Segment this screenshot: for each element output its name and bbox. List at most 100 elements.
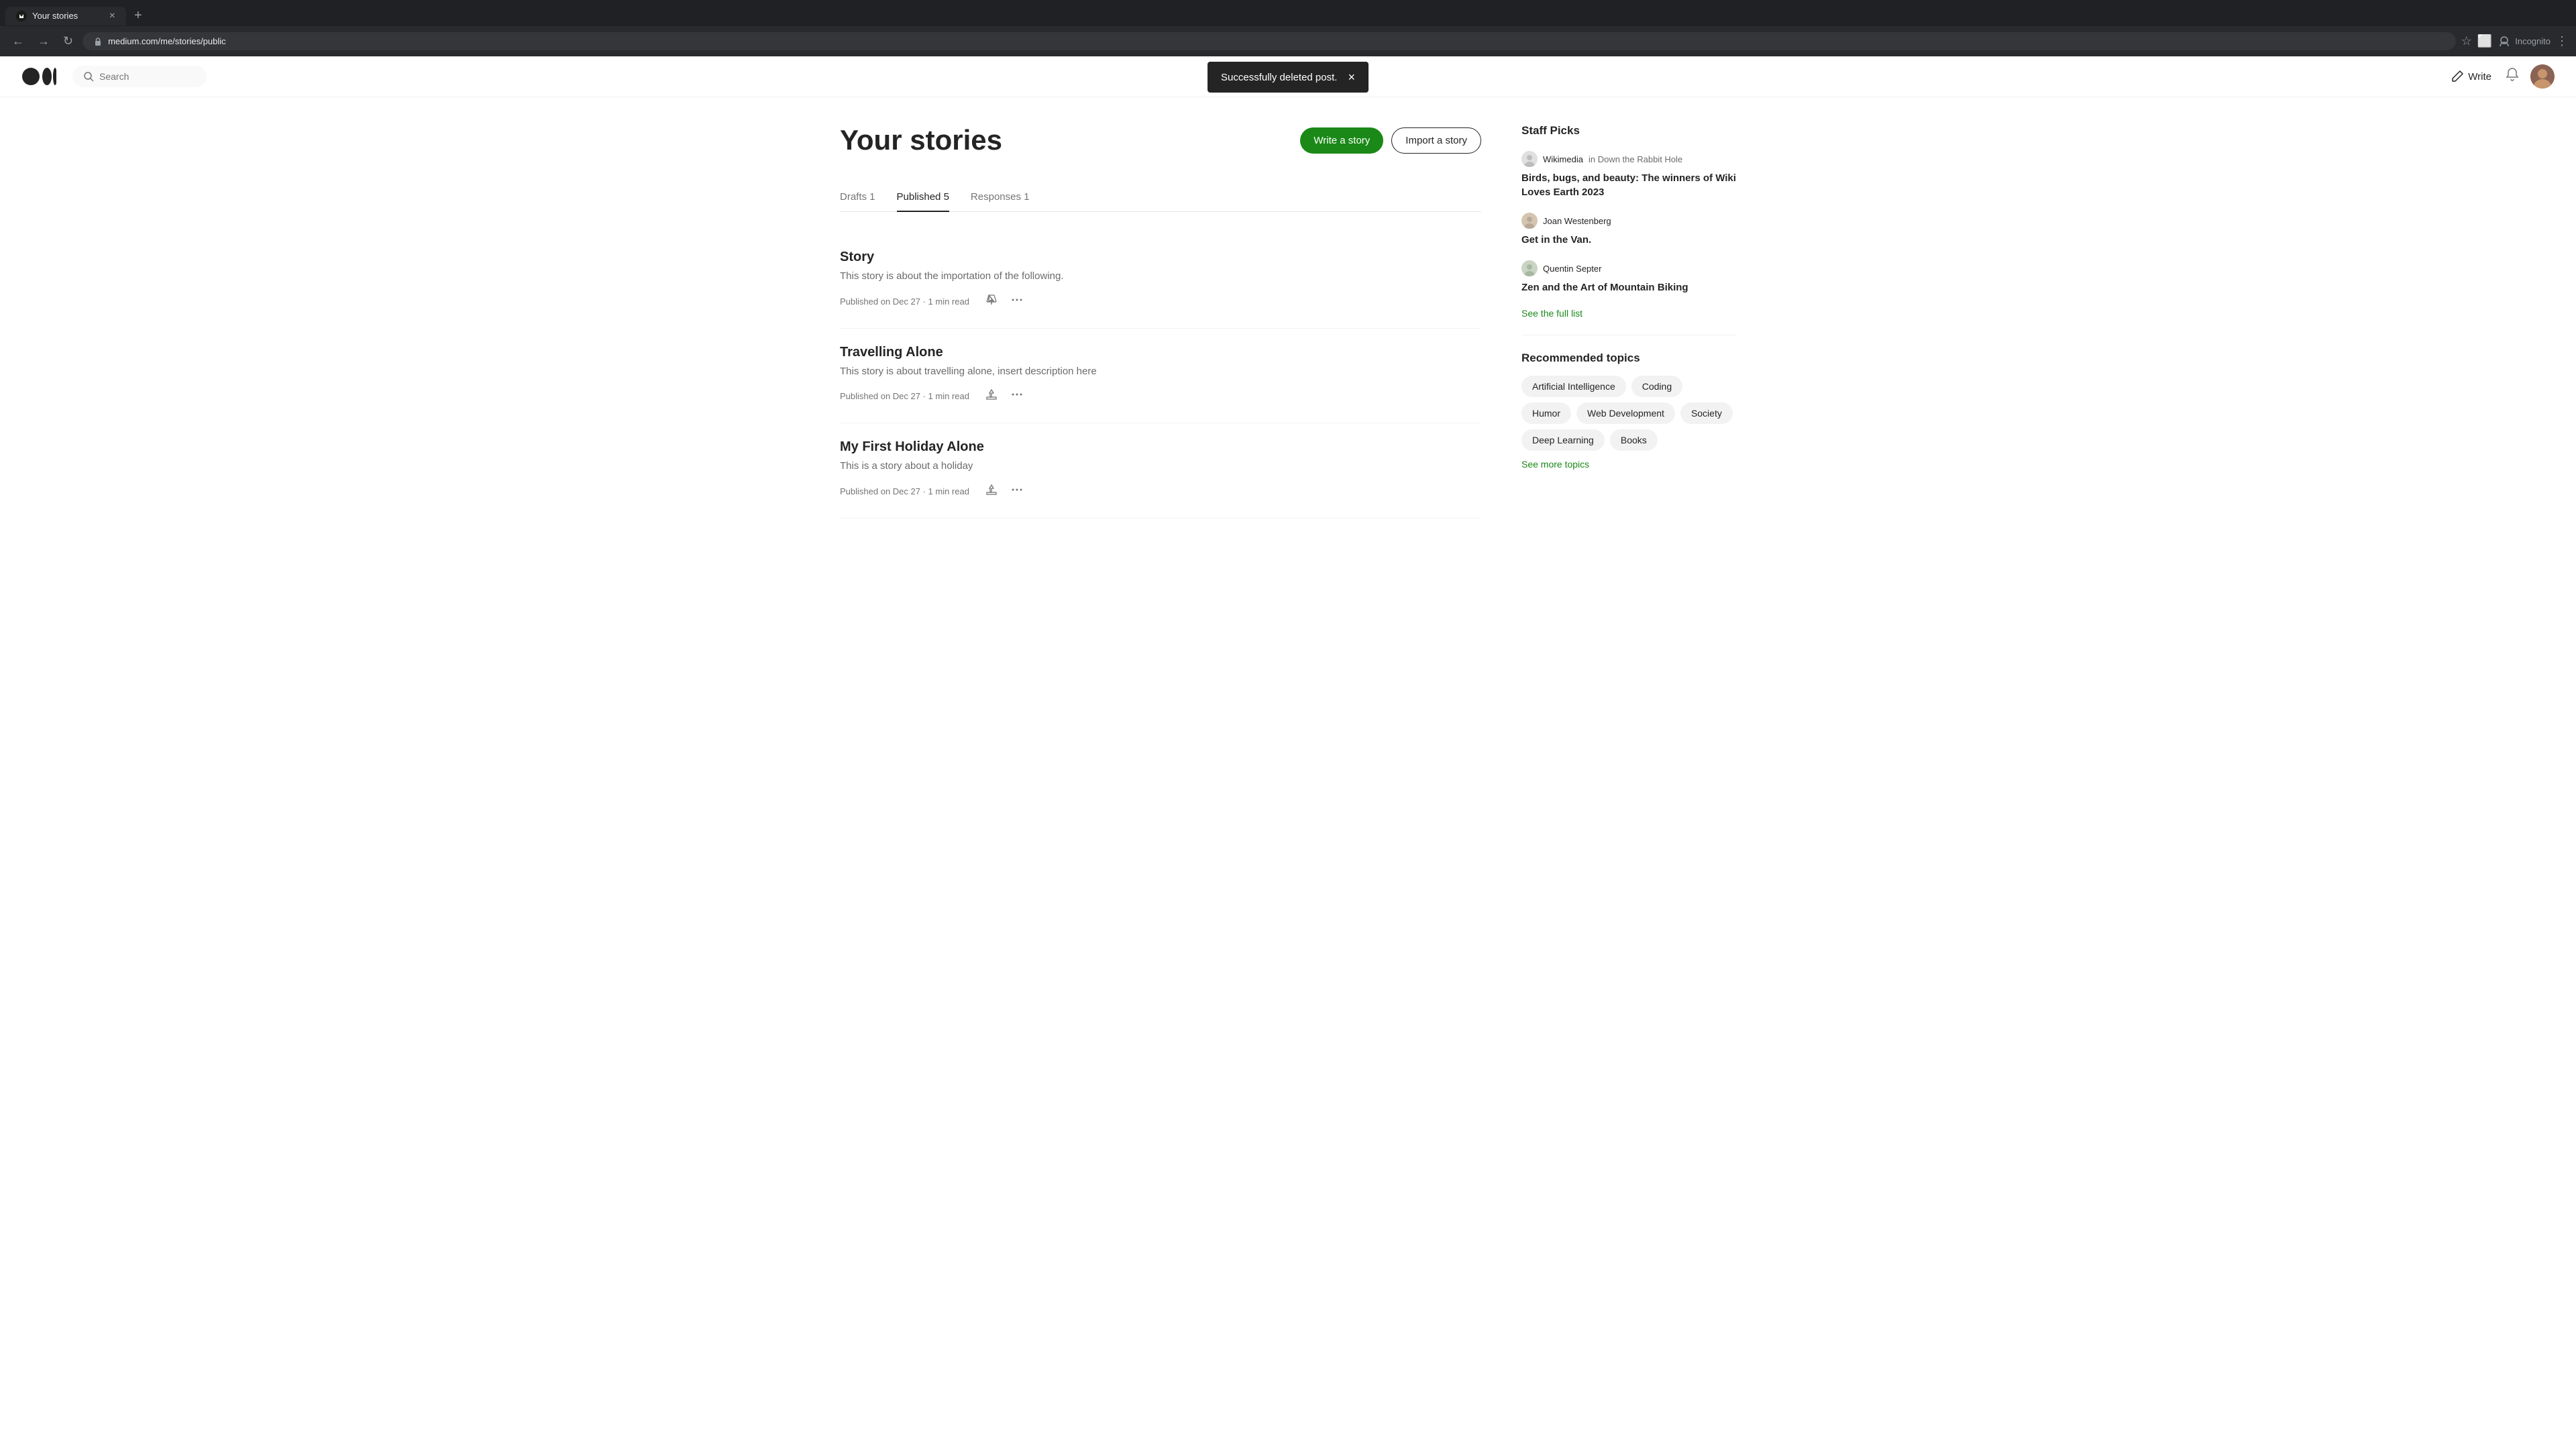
story-share-button[interactable] bbox=[983, 481, 1000, 502]
stories-list: Story This story is about the importatio… bbox=[840, 233, 1481, 519]
lock-icon bbox=[93, 37, 103, 46]
write-button[interactable]: Write bbox=[2451, 70, 2491, 83]
pick-author-name[interactable]: Joan Westenberg bbox=[1543, 216, 1611, 226]
search-icon bbox=[83, 71, 94, 82]
story-item: My First Holiday Alone This is a story a… bbox=[840, 423, 1481, 519]
pick-avatar bbox=[1521, 213, 1538, 229]
story-tabs: Drafts 1 Published 5 Responses 1 bbox=[840, 183, 1481, 212]
write-label: Write bbox=[2468, 71, 2491, 83]
medium-logo-svg bbox=[21, 67, 56, 86]
pick-publication: in Down the Rabbit Hole bbox=[1589, 154, 1682, 164]
search-bar[interactable]: Search bbox=[72, 66, 207, 87]
tab-published[interactable]: Published 5 bbox=[897, 183, 949, 212]
pick-author-name[interactable]: Quentin Septer bbox=[1543, 264, 1601, 274]
tab-bar: Your stories × + bbox=[0, 0, 2576, 26]
incognito-label: Incognito bbox=[2515, 36, 2551, 46]
extensions-icon[interactable]: ⬜ bbox=[2477, 34, 2492, 48]
header-actions: Write a story Import a story bbox=[1300, 127, 1481, 154]
story-more-button[interactable] bbox=[1008, 481, 1026, 502]
forward-button[interactable]: → bbox=[34, 32, 54, 51]
notification-message: Successfully deleted post. bbox=[1221, 72, 1337, 83]
recommended-topics-title: Recommended topics bbox=[1521, 352, 1736, 365]
pick-author: Wikimedia in Down the Rabbit Hole bbox=[1521, 151, 1736, 167]
staff-pick-item: Joan Westenberg Get in the Van. bbox=[1521, 213, 1736, 247]
pick-author: Joan Westenberg bbox=[1521, 213, 1736, 229]
staff-pick-item: Wikimedia in Down the Rabbit Hole Birds,… bbox=[1521, 151, 1736, 199]
browser-tab-active[interactable]: Your stories × bbox=[5, 7, 126, 25]
story-meta: Published on Dec 27 · 1 min read bbox=[840, 481, 1481, 502]
notification-bell-icon[interactable] bbox=[2505, 67, 2520, 86]
incognito-icon bbox=[2498, 35, 2511, 48]
tab-drafts[interactable]: Drafts 1 bbox=[840, 183, 875, 212]
share-icon bbox=[985, 294, 998, 306]
pick-title[interactable]: Zen and the Art of Mountain Biking bbox=[1521, 280, 1736, 294]
story-share-button[interactable] bbox=[983, 386, 1000, 407]
story-item: Story This story is about the importatio… bbox=[840, 233, 1481, 329]
medium-logo[interactable] bbox=[21, 67, 56, 86]
story-publish-info: Published on Dec 27 · 1 min read bbox=[840, 297, 969, 307]
topic-tag[interactable]: Books bbox=[1610, 429, 1658, 451]
share-icon bbox=[985, 484, 998, 496]
pick-author-name[interactable]: Wikimedia bbox=[1543, 154, 1583, 164]
write-icon bbox=[2451, 70, 2464, 83]
pick-title[interactable]: Birds, bugs, and beauty: The winners of … bbox=[1521, 171, 1736, 199]
story-publish-info: Published on Dec 27 · 1 min read bbox=[840, 391, 969, 401]
sidebar: Staff Picks Wikimedia in Down the Rabbit… bbox=[1521, 124, 1736, 519]
search-placeholder: Search bbox=[99, 71, 129, 82]
back-button[interactable]: ← bbox=[8, 32, 28, 51]
more-options-icon bbox=[1011, 484, 1023, 496]
staff-pick-item: Quentin Septer Zen and the Art of Mounta… bbox=[1521, 260, 1736, 294]
browser-menu-icon[interactable]: ⋮ bbox=[2556, 34, 2568, 48]
avatar-image bbox=[2530, 64, 2555, 89]
tab-title: Your stories bbox=[32, 11, 78, 21]
tab-close-button[interactable]: × bbox=[109, 11, 115, 21]
story-description: This story is about travelling alone, in… bbox=[840, 364, 1481, 380]
address-bar[interactable]: medium.com/me/stories/public bbox=[83, 32, 2456, 50]
new-tab-button[interactable]: + bbox=[129, 5, 148, 26]
story-share-button[interactable] bbox=[983, 291, 1000, 312]
topic-tag[interactable]: Coding bbox=[1631, 376, 1682, 397]
story-publish-info: Published on Dec 27 · 1 min read bbox=[840, 486, 969, 496]
banner-close-button[interactable]: × bbox=[1348, 71, 1355, 83]
topic-tag[interactable]: Web Development bbox=[1576, 402, 1675, 424]
story-title[interactable]: My First Holiday Alone bbox=[840, 439, 1481, 455]
write-story-button[interactable]: Write a story bbox=[1300, 127, 1383, 154]
story-meta: Published on Dec 27 · 1 min read bbox=[840, 291, 1481, 312]
tab-responses[interactable]: Responses 1 bbox=[971, 183, 1030, 212]
pick-author: Quentin Septer bbox=[1521, 260, 1736, 276]
topic-tag[interactable]: Deep Learning bbox=[1521, 429, 1605, 451]
topics-grid: Artificial Intelligence Coding Humor Web… bbox=[1521, 376, 1736, 451]
pick-avatar bbox=[1521, 260, 1538, 276]
story-meta: Published on Dec 27 · 1 min read bbox=[840, 386, 1481, 407]
topic-tag[interactable]: Artificial Intelligence bbox=[1521, 376, 1626, 397]
browser-nav-bar: ← → ↻ medium.com/me/stories/public ☆ ⬜ I… bbox=[0, 26, 2576, 56]
story-actions bbox=[983, 291, 1026, 312]
import-story-button[interactable]: Import a story bbox=[1391, 127, 1481, 154]
content-area: Your stories Write a story Import a stor… bbox=[840, 124, 1481, 519]
share-icon bbox=[985, 388, 998, 400]
see-full-list-link[interactable]: See the full list bbox=[1521, 308, 1736, 319]
see-more-topics-link[interactable]: See more topics bbox=[1521, 459, 1736, 470]
page-header: Your stories Write a story Import a stor… bbox=[840, 124, 1481, 156]
topic-tag[interactable]: Society bbox=[1680, 402, 1733, 424]
story-more-button[interactable] bbox=[1008, 386, 1026, 407]
reload-button[interactable]: ↻ bbox=[59, 32, 77, 51]
staff-picks-title: Staff Picks bbox=[1521, 124, 1736, 138]
pick-title[interactable]: Get in the Van. bbox=[1521, 233, 1736, 247]
tab-favicon bbox=[16, 11, 27, 21]
story-title[interactable]: Travelling Alone bbox=[840, 345, 1481, 360]
more-options-icon bbox=[1011, 388, 1023, 400]
more-options-icon bbox=[1011, 294, 1023, 306]
browser-chrome: Your stories × + ← → ↻ medium.com/me/sto… bbox=[0, 0, 2576, 56]
story-title[interactable]: Story bbox=[840, 250, 1481, 265]
bookmark-icon[interactable]: ☆ bbox=[2461, 34, 2472, 48]
user-avatar[interactable] bbox=[2530, 64, 2555, 89]
pick-avatar bbox=[1521, 151, 1538, 167]
page-title: Your stories bbox=[840, 124, 1300, 156]
story-description: This story is about the importation of t… bbox=[840, 269, 1481, 284]
story-more-button[interactable] bbox=[1008, 291, 1026, 312]
url-text: medium.com/me/stories/public bbox=[108, 36, 226, 46]
topic-tag[interactable]: Humor bbox=[1521, 402, 1571, 424]
nav-right-controls: ☆ ⬜ Incognito ⋮ bbox=[2461, 34, 2568, 48]
notification-banner: Successfully deleted post. × bbox=[1208, 62, 1368, 93]
